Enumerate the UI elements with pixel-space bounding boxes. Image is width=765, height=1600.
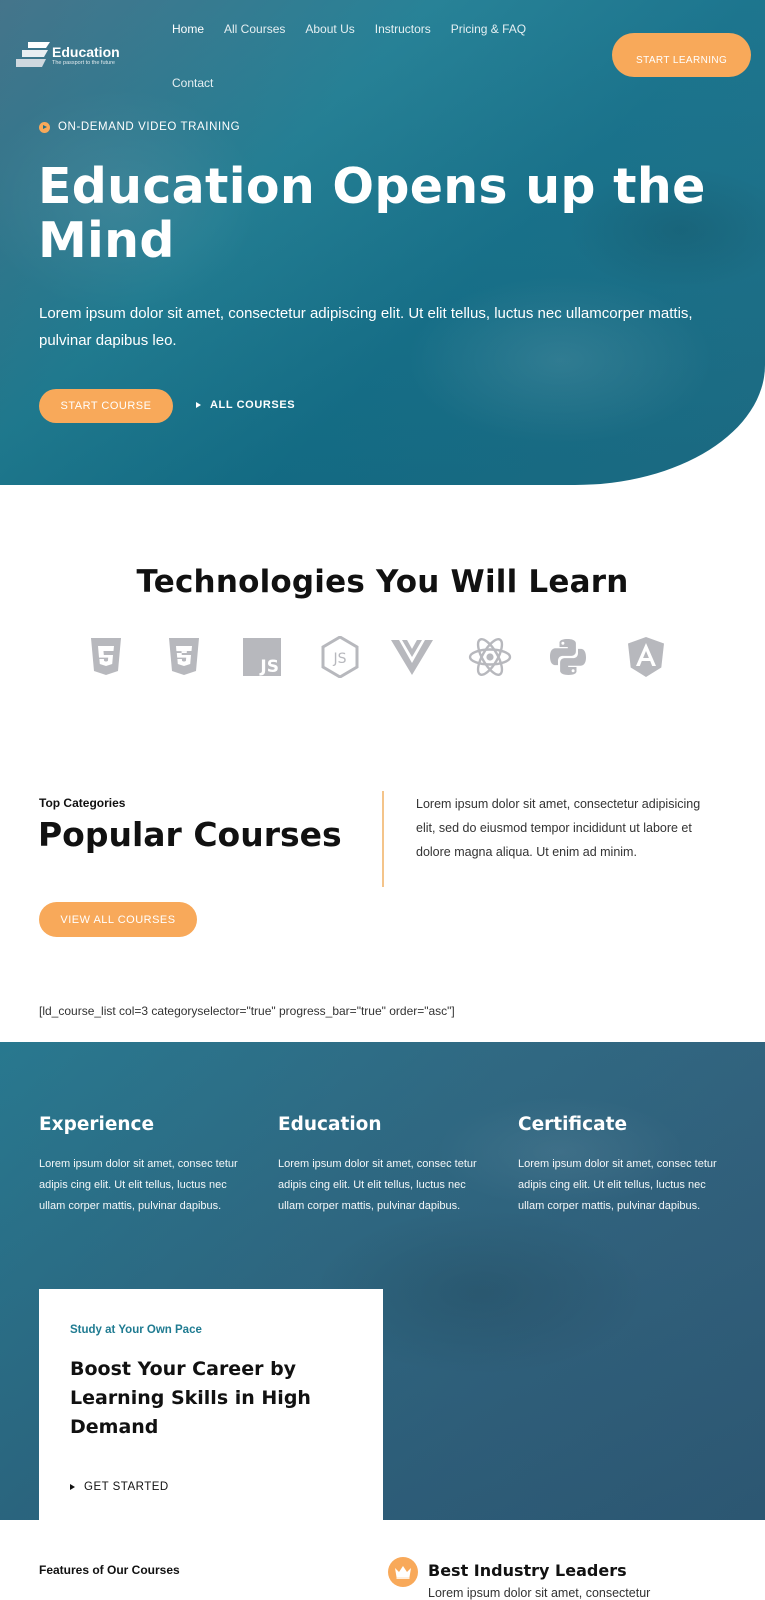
crown-icon (388, 1557, 418, 1587)
career-card-title: Boost Your Career by Learning Skills in … (70, 1358, 311, 1438)
nav-item-all-courses[interactable]: All Courses (224, 21, 285, 37)
logo-mark-icon (16, 40, 50, 70)
brand-logo[interactable]: Education The passport to the future (16, 40, 120, 70)
course-list-shortcode: [ld_course_list col=3 categoryselector="… (39, 1004, 455, 1018)
start-course-button[interactable]: START COURSE (39, 389, 173, 423)
all-courses-link[interactable]: ALL COURSES (196, 399, 295, 411)
leader-text: Lorem ipsum dolor sit amet, consectetur (428, 1586, 651, 1600)
play-triangle-icon (70, 1484, 75, 1490)
technologies-title: Technologies You Will Learn (136, 564, 629, 600)
html5-icon (84, 635, 128, 679)
popular-eyebrow: Top Categories (39, 796, 126, 810)
get-started-label: GET STARTED (84, 1481, 169, 1493)
nav-item-home[interactable]: Home (172, 21, 204, 37)
feature-title: Experience (39, 1114, 155, 1135)
feature-title: Education (278, 1114, 382, 1135)
course-features-eyebrow: Features of Our Courses (39, 1563, 180, 1577)
all-courses-label: ALL COURSES (210, 399, 296, 411)
svg-text:JS: JS (332, 651, 346, 667)
brand-tagline: The passport to the future (52, 59, 115, 66)
nav-item-contact[interactable]: Contact (172, 75, 213, 91)
hero-description: Lorem ipsum dolor sit amet, consectetur … (39, 305, 693, 349)
angular-icon (624, 635, 668, 679)
career-card-eyebrow: Study at Your Own Pace (70, 1324, 202, 1336)
career-card: Study at Your Own Pace Boost Your Career… (39, 1289, 383, 1520)
view-all-courses-button[interactable]: VIEW ALL COURSES (39, 902, 197, 937)
main-nav: Home All Courses About Us Instructors Pricin… (172, 20, 572, 90)
vertical-divider (382, 791, 384, 887)
hero-eyebrow: ON-DEMAND VIDEO TRAINING (39, 121, 240, 133)
popular-title: Popular Courses (38, 815, 342, 854)
feature-text: Lorem ipsum dolor sit amet, consec tetur… (278, 1158, 477, 1212)
get-started-link[interactable]: GET STARTED (70, 1481, 169, 1493)
hero-title: Education Opens up the Mind (38, 158, 706, 269)
start-learning-button[interactable]: START LEARNING (612, 33, 751, 77)
play-triangle-icon (196, 402, 201, 408)
css3-icon (162, 635, 206, 679)
popular-description: Lorem ipsum dolor sit amet, consectetur … (416, 797, 701, 859)
feature-text: Lorem ipsum dolor sit amet, consec tetur… (518, 1158, 717, 1212)
feature-experience: Experience Lorem ipsum dolor sit amet, c… (39, 1114, 239, 1217)
feature-education: Education Lorem ipsum dolor sit amet, co… (278, 1114, 478, 1217)
python-icon (546, 635, 590, 679)
leader-title: Best Industry Leaders (428, 1561, 627, 1580)
feature-title: Certificate (518, 1114, 627, 1135)
svg-text:JS: JS (259, 657, 279, 677)
vuejs-icon (390, 635, 434, 679)
nav-item-pricing-faq[interactable]: Pricing & FAQ (451, 21, 526, 37)
feature-text: Lorem ipsum dolor sit amet, consec tetur… (39, 1158, 238, 1212)
play-circle-icon (39, 121, 50, 133)
javascript-icon: JS (240, 635, 284, 679)
react-icon (468, 635, 512, 679)
feature-certificate: Certificate Lorem ipsum dolor sit amet, … (518, 1114, 718, 1217)
nav-item-about-us[interactable]: About Us (305, 21, 354, 37)
nodejs-icon: JS (318, 635, 362, 679)
hero-section: Education The passport to the future Hom… (0, 0, 765, 485)
hero-eyebrow-text: ON-DEMAND VIDEO TRAINING (58, 121, 241, 133)
nav-item-instructors[interactable]: Instructors (375, 21, 431, 37)
brand-name: Education (52, 43, 120, 60)
technologies-icon-row: JS JS (84, 635, 684, 679)
